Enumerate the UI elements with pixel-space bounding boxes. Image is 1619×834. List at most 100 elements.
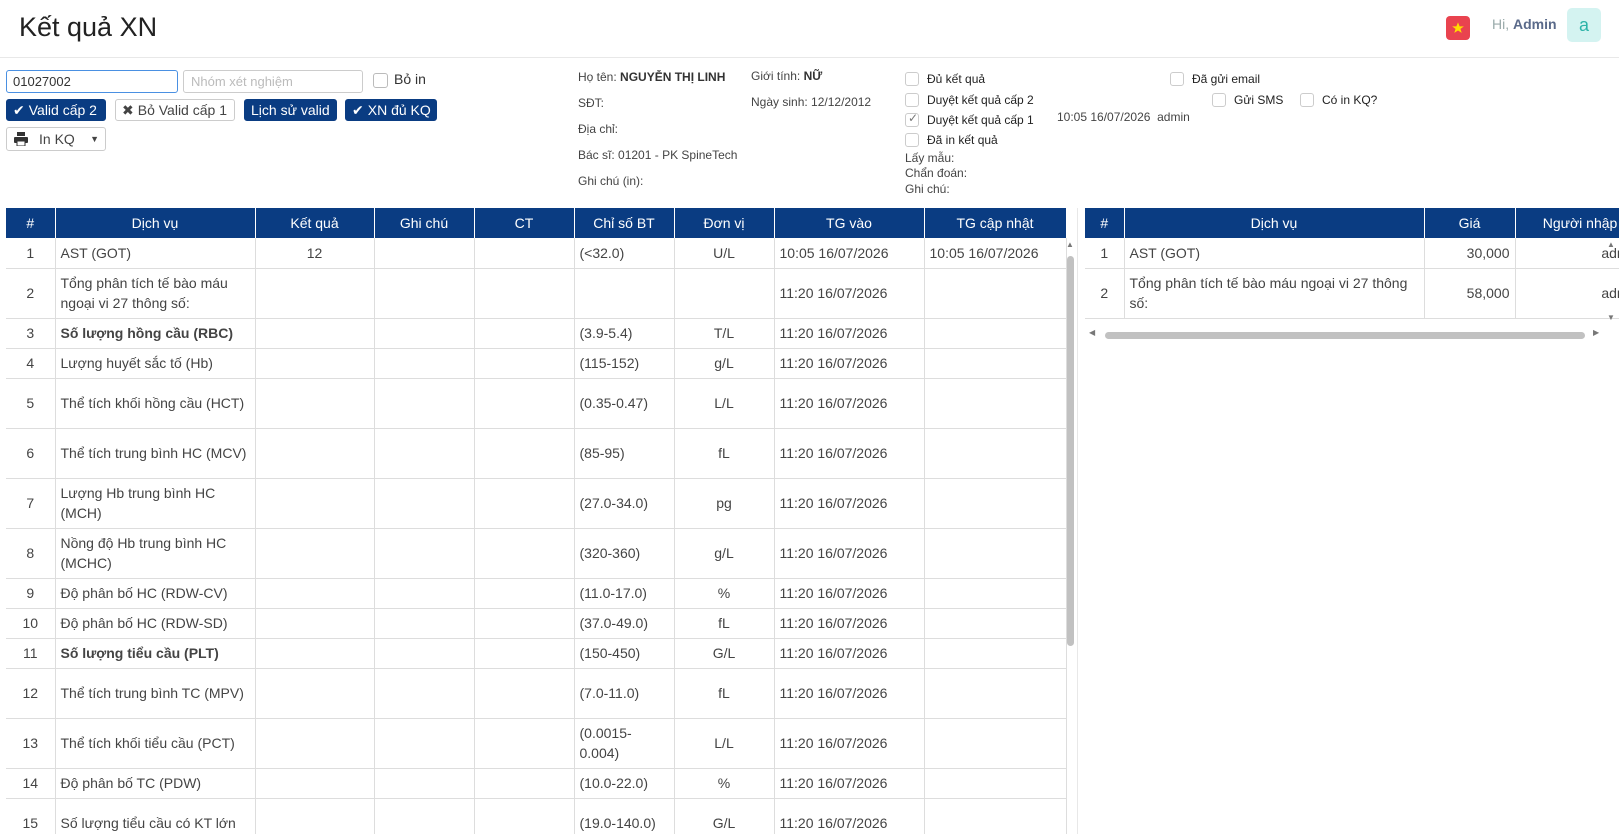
table-row[interactable]: 8 Nồng độ Hb trung bình HC (MCHC) (320-360… (6, 528, 1067, 579)
cell-ct (474, 718, 575, 769)
list-item[interactable]: 1AST (GOT)30,000admin (1085, 238, 1619, 269)
cell-note[interactable] (374, 478, 475, 529)
cell-in: 11:20 16/07/2026 (774, 528, 925, 579)
cell-upd (924, 768, 1067, 799)
valid-history-button[interactable]: Lịch sử valid (244, 99, 337, 121)
table-row[interactable]: 14 Độ phân bố TC (PDW) (10.0-22.0)% 11:20 1… (6, 768, 1067, 799)
results-header-cell[interactable]: TG vào (774, 208, 925, 238)
results-header-cell[interactable]: TG cập nhật (924, 208, 1067, 238)
cell-ct (474, 428, 575, 479)
cell-result[interactable] (255, 798, 375, 834)
bo-in-checkbox[interactable]: Bỏ in (373, 71, 426, 88)
patient-gender: Giới tính: NỮ (751, 69, 823, 83)
cell-result[interactable] (255, 268, 375, 319)
language-flag-icon[interactable] (1446, 16, 1470, 40)
cell-no: 12 (6, 668, 56, 719)
cell-result[interactable] (255, 348, 375, 379)
services-header-cell[interactable]: Người nhập (1515, 208, 1619, 238)
services-header-cell[interactable]: Dịch vụ (1124, 208, 1425, 238)
cell-unit: G/L (674, 638, 775, 669)
services-table: # Dịch vụ Giá Người nhập 1 AST (GOT) 30,000 ad… (1085, 208, 1619, 319)
status-co-in-kq[interactable]: Có in KQ? (1300, 93, 1377, 107)
table-row[interactable]: 10 Độ phân bố HC (RDW-SD) (37.0-49.0) fL 11:… (6, 608, 1067, 639)
status-da-gui-email[interactable]: Đã gửi email (1170, 72, 1260, 86)
cell-result[interactable] (255, 638, 375, 669)
scroll-right-icon[interactable]: ▶ (1593, 328, 1599, 337)
status-da-in[interactable]: Đã in kết quả (905, 133, 998, 147)
results-header-cell[interactable]: Dịch vụ (55, 208, 256, 238)
table-row[interactable]: 5 Thể tích khối hồng cầu (HCT) (0.35-0.47)… (6, 378, 1067, 429)
bo-in-box[interactable] (373, 72, 388, 88)
cell-result[interactable] (255, 478, 375, 529)
table-row[interactable]: 4 Lượng huyết sắc tố (Hb) (115-152) g/L 11:2… (6, 348, 1067, 379)
results-header-cell[interactable]: CT (474, 208, 575, 238)
table-row[interactable]: 11 Số lượng tiểu cầu (PLT) (150-450) G/L 11:… (6, 638, 1067, 669)
cell-result[interactable] (255, 578, 375, 609)
cell-note[interactable] (374, 378, 475, 429)
table-row[interactable]: 9 Độ phân bố HC (RDW-CV) (11.0-17.0)% 11:20… (6, 578, 1067, 609)
unvalid-level1-button[interactable]: ✖ Bỏ Valid cấp 1 (115, 99, 235, 121)
ghi-chu-label: Ghi chú: (905, 182, 950, 196)
results-header-cell[interactable]: Ghi chú (374, 208, 475, 238)
avatar[interactable]: a (1567, 8, 1601, 42)
cell-result[interactable]: 12 (255, 238, 375, 269)
user-greeting[interactable]: Hi, Admin (1492, 16, 1557, 32)
print-result-dropdown[interactable]: In KQ ▼ (6, 127, 106, 151)
scroll-thumb[interactable] (1067, 256, 1074, 646)
cell-result[interactable] (255, 318, 375, 349)
results-header-cell[interactable]: # (6, 208, 56, 238)
status-duyet-cap1[interactable]: Duyệt kết quả cấp 1 (905, 111, 1034, 127)
cell-result[interactable] (255, 428, 375, 479)
cell-note[interactable] (374, 638, 475, 669)
cell-note[interactable] (374, 718, 475, 769)
services-header-cell[interactable]: Giá (1424, 208, 1516, 238)
services-header-cell[interactable]: # (1085, 208, 1125, 238)
cell-note[interactable] (374, 668, 475, 719)
cell-note[interactable] (374, 348, 475, 379)
cell-note[interactable] (374, 528, 475, 579)
cell-result[interactable] (255, 668, 375, 719)
results-header-cell[interactable]: Kết quả (255, 208, 375, 238)
table-row[interactable]: 3 Số lượng hồng cầu (RBC) (3.9-5.4) T/L 11:2… (6, 318, 1067, 349)
table-row[interactable]: 15 Số lượng tiểu cầu có KT lớn (19.0-140.0… (6, 798, 1067, 834)
xn-du-kq-button[interactable]: ✔ XN đủ KQ (345, 99, 437, 121)
cell-note[interactable] (374, 768, 475, 799)
cell-note[interactable] (374, 318, 475, 349)
status-duyet-cap2[interactable]: Duyệt kết quả cấp 2 (905, 93, 1034, 107)
results-header-cell[interactable]: Chỉ số BT (574, 208, 675, 238)
scroll-left-icon[interactable]: ◀ (1089, 328, 1095, 337)
cell-unit: fL (674, 608, 775, 639)
cell-ct (474, 668, 575, 719)
scroll-thumb[interactable] (1105, 332, 1585, 339)
cell-note[interactable] (374, 268, 475, 319)
table-row[interactable]: 7 Lượng Hb trung bình HC (MCH) (27.0-34.0)… (6, 478, 1067, 529)
table-row[interactable]: 12 Thể tích trung bình TC (MPV) (7.0-11.0)… (6, 668, 1067, 719)
cell-result[interactable] (255, 528, 375, 579)
scroll-down-icon[interactable]: ▼ (1607, 313, 1615, 322)
results-vertical-scrollbar[interactable]: ▲ (1064, 240, 1076, 834)
cell-note[interactable] (374, 578, 475, 609)
scroll-up-icon[interactable]: ▲ (1066, 240, 1074, 249)
scroll-up-icon[interactable]: ▲ (1607, 240, 1615, 249)
test-group-input[interactable] (183, 70, 363, 93)
status-du-ket-qua[interactable]: Đủ kết quả (905, 72, 985, 86)
status-gui-sms[interactable]: Gửi SMS (1212, 93, 1283, 107)
cell-result[interactable] (255, 768, 375, 799)
cell-note[interactable] (374, 238, 475, 269)
cell-note[interactable] (374, 798, 475, 834)
cell-note[interactable] (374, 428, 475, 479)
cell-result[interactable] (255, 718, 375, 769)
valid-level2-button[interactable]: ✔ Valid cấp 2 (6, 99, 106, 121)
table-row[interactable]: 1 AST (GOT) 12 (<32.0) U/L 10:05 16/07/2026 10… (6, 238, 1067, 269)
list-item[interactable]: 2 Tổng phân tích tế bào máu ngoại vi 27 t… (1085, 268, 1619, 319)
sample-code-input[interactable] (6, 70, 178, 93)
table-row[interactable]: 6 Thể tích trung bình HC (MCV) (85-95) fL 11… (6, 428, 1067, 479)
cell-result[interactable] (255, 608, 375, 639)
cell-result[interactable] (255, 378, 375, 429)
services-horizontal-scrollbar[interactable]: ◀ ▶ (1085, 328, 1619, 341)
table-row[interactable]: 13 Thể tích khối tiểu cầu (PCT) (0.0015-0.… (6, 718, 1067, 769)
cell-note[interactable] (374, 608, 475, 639)
cell-ref: (7.0-11.0) (574, 668, 675, 719)
table-row[interactable]: 2 Tổng phân tích tế bào máu ngoại vi 27 t… (6, 268, 1067, 319)
results-header-cell[interactable]: Đơn vị (674, 208, 775, 238)
